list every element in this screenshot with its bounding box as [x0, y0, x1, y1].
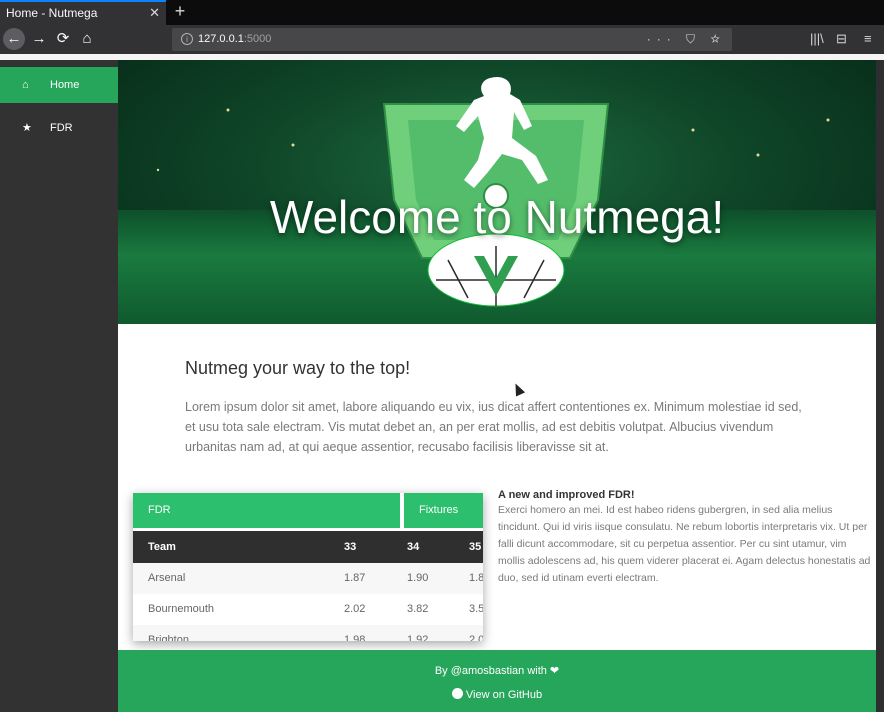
info-icon[interactable]: i — [181, 33, 193, 45]
sidebar-item-fdr[interactable]: ★ FDR — [0, 110, 118, 146]
url-bar[interactable]: i 127.0.0.1:5000 ··· ⛉ ☆ — [172, 28, 732, 51]
browser-toolbar: ← → ⟳ ⌂ i 127.0.0.1:5000 ··· ⛉ ☆ |||\ ⊟ … — [0, 25, 884, 54]
forward-icon[interactable]: → — [28, 28, 50, 50]
fdr-cell: 1.98 — [344, 634, 366, 641]
fdr-cell: 1.90 — [407, 572, 429, 584]
table-row: Brighton 1.98 1.92 2.0 — [133, 625, 483, 641]
column-header[interactable]: 33 — [344, 531, 356, 563]
intro-paragraph: Lorem ipsum dolor sit amet, labore aliqu… — [185, 400, 802, 454]
team-cell: Arsenal — [148, 572, 186, 584]
sidebar: ⌂ Home ★ FDR — [0, 60, 118, 712]
fdr-cell: 2.02 — [344, 603, 366, 615]
column-header[interactable]: Team — [148, 531, 176, 563]
fdr-cell: 3.5 — [469, 603, 483, 615]
new-tab-button[interactable]: + — [171, 0, 189, 25]
browser-tab[interactable]: Home - Nutmega ✕ — [0, 0, 166, 25]
fdr-cell: 2.0 — [469, 634, 483, 641]
sidebar-item-label: FDR — [50, 122, 73, 134]
tab-fdr[interactable]: FDR — [133, 493, 400, 528]
home-icon: ⌂ — [22, 79, 29, 91]
fdr-table-card: FDR Fixtures Team 33 34 35 Arsenal 1.87 … — [133, 493, 483, 641]
page-actions-icon[interactable]: ··· ⛉ ☆ — [647, 28, 726, 51]
back-icon[interactable]: ← — [3, 28, 25, 50]
fdr-note-title: A new and improved FDR! — [498, 489, 635, 501]
footer-credit: By @amosbastian with ❤ — [434, 665, 560, 677]
browser-home-icon[interactable]: ⌂ — [76, 28, 98, 50]
table-header: Team 33 34 35 — [133, 531, 483, 563]
library-icon[interactable]: |||\ — [810, 28, 824, 50]
fdr-cell: 1.8 — [469, 572, 483, 584]
url-text: 127.0.0.1:5000 — [198, 33, 272, 45]
sidebar-item-label: Home — [50, 79, 80, 91]
team-cell: Brighton — [148, 634, 189, 641]
tab-title: Home - Nutmega — [6, 6, 98, 20]
table-row: Bournemouth 2.02 3.82 3.5 — [133, 594, 483, 625]
fdr-note-text: Exerci homero an mei. Id est habeo riden… — [498, 504, 871, 584]
github-link-label: View on GitHub — [465, 689, 543, 701]
fdr-cell: 1.87 — [344, 572, 366, 584]
menu-icon[interactable]: ≡ — [864, 28, 872, 50]
browser-tab-bar: Home - Nutmega ✕ + — [0, 0, 884, 25]
page-heading: Nutmeg your way to the top! — [185, 358, 411, 378]
github-icon — [451, 688, 463, 699]
column-header[interactable]: 34 — [407, 531, 419, 563]
fdr-cell: 1.92 — [407, 634, 429, 641]
reload-icon[interactable]: ⟳ — [52, 28, 74, 50]
main-content: Welcome to Nutmega! Nutmeg your way to t… — [118, 60, 876, 712]
sidebar-toggle-icon[interactable]: ⊟ — [836, 28, 847, 50]
footer: By @amosbastian with ❤ View on GitHub — [118, 650, 876, 712]
hero-banner: Welcome to Nutmega! — [118, 60, 876, 324]
sidebar-item-home[interactable]: ⌂ Home — [0, 67, 118, 103]
star-icon: ★ — [22, 122, 32, 134]
fdr-cell: 3.82 — [407, 603, 429, 615]
team-cell: Bournemouth — [148, 603, 215, 615]
github-link[interactable]: View on GitHub — [118, 688, 876, 701]
column-header[interactable]: 35 — [469, 531, 481, 563]
close-tab-icon[interactable]: ✕ — [149, 2, 160, 24]
hero-title: Welcome to Nutmega! — [269, 191, 725, 243]
tab-fixtures[interactable]: Fixtures — [404, 493, 483, 528]
table-row: Arsenal 1.87 1.90 1.8 — [133, 563, 483, 594]
page-scrollbar[interactable] — [876, 60, 884, 712]
